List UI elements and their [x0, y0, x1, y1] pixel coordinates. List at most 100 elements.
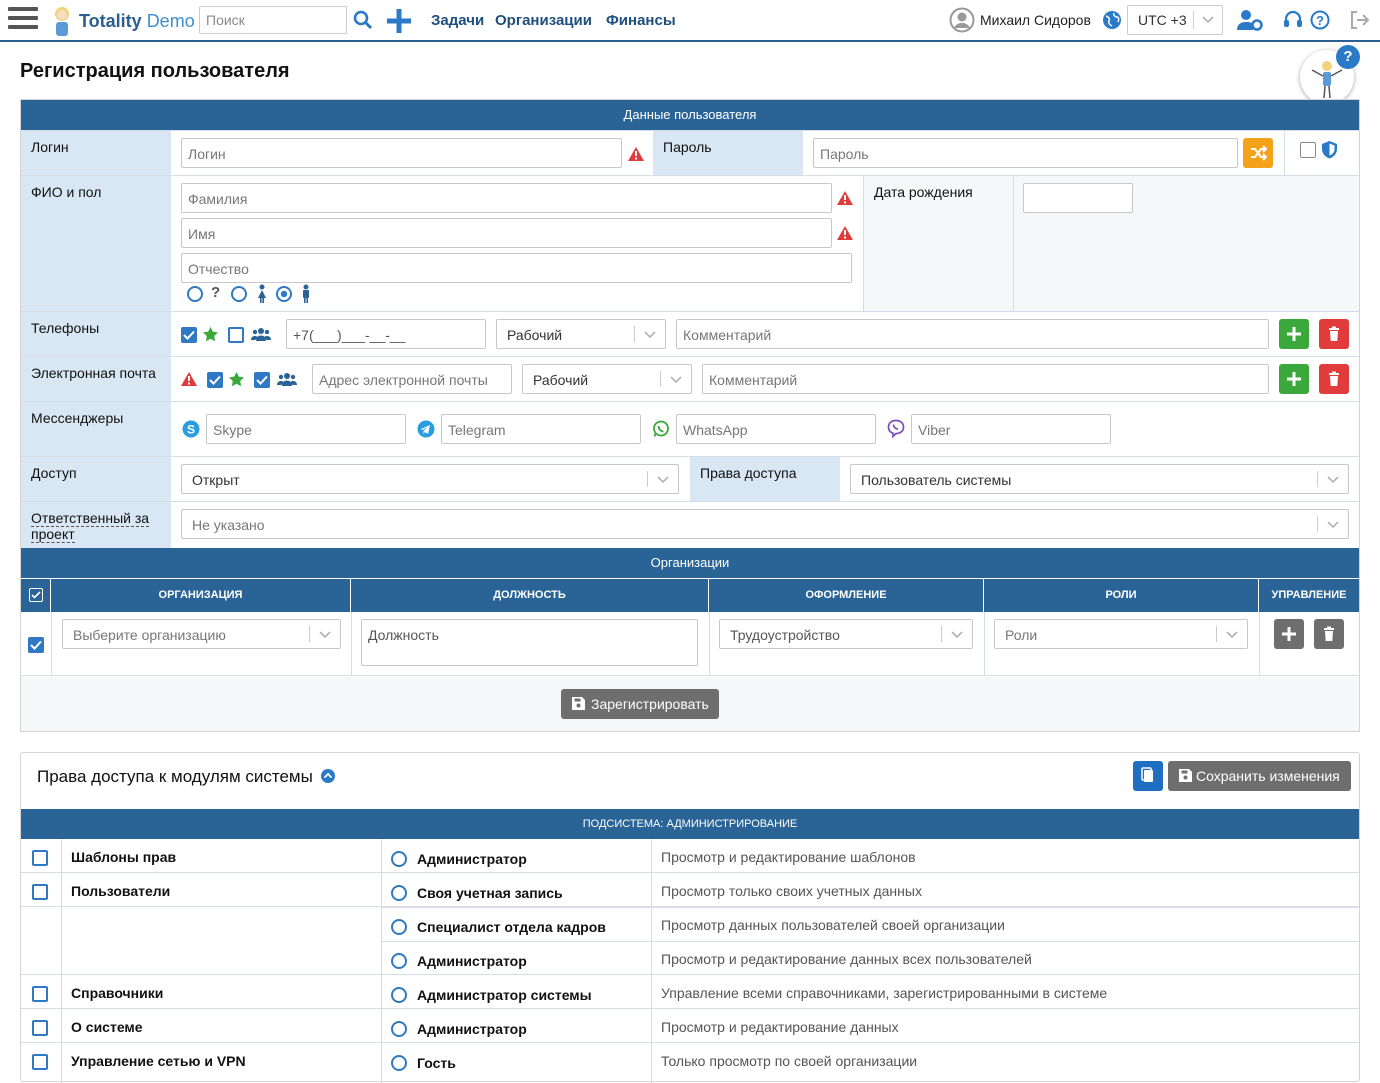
- access-select[interactable]: Открыт: [181, 464, 679, 494]
- delete-phone-button[interactable]: [1319, 319, 1349, 349]
- email-main-checkbox[interactable]: [207, 372, 223, 388]
- help-icon[interactable]: ?: [1310, 10, 1330, 30]
- employment-select[interactable]: Трудоустройство: [719, 619, 973, 649]
- email-shared-checkbox[interactable]: [254, 372, 270, 388]
- gender-none-radio[interactable]: [187, 286, 203, 302]
- gender-male-radio[interactable]: [276, 286, 292, 302]
- divider: [51, 612, 52, 676]
- search-input[interactable]: [199, 6, 347, 34]
- phone-comment-input[interactable]: Комментарий: [676, 319, 1269, 349]
- phone-input[interactable]: +7(___)___-__-__: [286, 319, 486, 349]
- brand[interactable]: Totality Demo: [79, 11, 195, 32]
- whatsapp-input[interactable]: WhatsApp: [676, 414, 876, 444]
- birthdate-input[interactable]: [1023, 183, 1133, 213]
- email-type-select[interactable]: Рабочий: [522, 364, 692, 394]
- password-label: Пароль: [653, 131, 803, 175]
- role-radio[interactable]: [391, 851, 407, 867]
- delete-email-button[interactable]: [1319, 364, 1349, 394]
- responsible-row: Ответственный за проект Не указано: [21, 501, 1359, 548]
- user-settings-icon[interactable]: [1237, 9, 1263, 31]
- phones-label: Телефоны: [21, 312, 171, 356]
- password-input[interactable]: Пароль: [813, 138, 1238, 168]
- save-changes-button[interactable]: Сохранить изменения: [1168, 761, 1351, 791]
- nav-organizations[interactable]: Организации: [495, 12, 592, 29]
- female-icon: [258, 284, 266, 303]
- position-input[interactable]: Должность: [361, 619, 698, 666]
- middlename-input[interactable]: Отчество: [181, 253, 852, 283]
- role-radio[interactable]: [391, 953, 407, 969]
- role-radio[interactable]: [391, 885, 407, 901]
- nav-finance[interactable]: Финансы: [606, 12, 676, 29]
- phone-shared-checkbox[interactable]: [228, 327, 244, 343]
- email-label: Электронная почта: [21, 357, 171, 401]
- password-checkbox[interactable]: [1300, 142, 1316, 158]
- add-email-button[interactable]: [1279, 364, 1309, 394]
- organizations-header: Организации: [21, 548, 1359, 578]
- group-icon: [251, 328, 271, 341]
- rights-select[interactable]: Пользователь системы: [850, 464, 1349, 494]
- nav-tasks[interactable]: Задачи: [431, 12, 484, 29]
- timezone-select[interactable]: UTC +3: [1127, 5, 1223, 35]
- chevron-down-icon: [951, 631, 963, 639]
- whatsapp-icon: [653, 420, 669, 437]
- subsystem-header: ПОДСИСТЕМА: АДМИНИСТРИРОВАНИЕ: [21, 809, 1359, 839]
- module-checkbox[interactable]: [32, 850, 48, 866]
- plus-icon: [1282, 627, 1296, 641]
- role-description: Просмотр данных пользователей своей орга…: [661, 917, 1005, 933]
- phone-main-checkbox[interactable]: [181, 327, 197, 343]
- warning-icon: [628, 147, 644, 161]
- rights-value: Пользователь системы: [861, 472, 1012, 488]
- role-description: Управление всеми справочниками, зарегист…: [661, 985, 1108, 1001]
- telegram-input[interactable]: Telegram: [441, 414, 641, 444]
- copy-button[interactable]: [1133, 761, 1163, 791]
- warning-icon: [837, 226, 853, 240]
- role-radio[interactable]: [391, 987, 407, 1003]
- skype-input[interactable]: Skype: [206, 414, 406, 444]
- module-checkbox[interactable]: [32, 986, 48, 1002]
- organization-select[interactable]: Выберите организацию: [62, 619, 341, 649]
- email-comment-input[interactable]: Комментарий: [702, 364, 1269, 394]
- login-input[interactable]: Логин: [181, 138, 622, 168]
- module-checkbox[interactable]: [32, 884, 48, 900]
- responsible-select[interactable]: Не указано: [181, 509, 1349, 539]
- email-input[interactable]: Адрес электронной почты: [312, 364, 512, 394]
- responsible-label-text[interactable]: Ответственный за проект: [31, 510, 150, 543]
- chevron-down-icon: [657, 476, 669, 484]
- shield-icon[interactable]: [1321, 140, 1338, 159]
- user-name[interactable]: Михаил Сидоров: [980, 12, 1091, 28]
- warning-icon: [181, 372, 197, 386]
- help-bubble-icon[interactable]: ?: [1336, 45, 1360, 69]
- logout-icon[interactable]: [1350, 11, 1370, 29]
- search-icon[interactable]: [353, 10, 373, 30]
- delete-org-button[interactable]: [1314, 619, 1344, 649]
- divider: [381, 907, 1359, 908]
- organization-value: Выберите организацию: [73, 627, 226, 643]
- gender-female-radio[interactable]: [231, 286, 247, 302]
- add-phone-button[interactable]: [1279, 319, 1309, 349]
- phone-type-select[interactable]: Рабочий: [496, 319, 666, 349]
- org-row-checkbox[interactable]: [28, 637, 44, 653]
- svg-text:?: ?: [1316, 13, 1324, 28]
- module-checkbox[interactable]: [32, 1020, 48, 1036]
- module-name: Справочники: [71, 985, 164, 1001]
- select-all-checkbox[interactable]: [29, 588, 43, 602]
- menu-icon[interactable]: [8, 7, 38, 33]
- role-radio[interactable]: [391, 919, 407, 935]
- register-button[interactable]: Зарегистрировать: [561, 689, 719, 719]
- role-radio[interactable]: [391, 1021, 407, 1037]
- user-avatar-icon[interactable]: [949, 7, 975, 33]
- lastname-input[interactable]: Фамилия: [181, 183, 832, 213]
- firstname-input[interactable]: Имя: [181, 218, 832, 248]
- collapse-icon[interactable]: [320, 769, 335, 783]
- headset-icon[interactable]: [1283, 10, 1303, 30]
- generate-password-button[interactable]: [1243, 138, 1273, 168]
- telegram-icon: [417, 420, 435, 438]
- viber-input[interactable]: Viber: [911, 414, 1111, 444]
- module-checkbox[interactable]: [32, 1054, 48, 1070]
- roles-select[interactable]: Роли: [994, 619, 1248, 649]
- role-radio[interactable]: [391, 1055, 407, 1071]
- plus-icon[interactable]: [386, 8, 412, 34]
- add-org-button[interactable]: [1274, 619, 1304, 649]
- register-label: Зарегистрировать: [591, 696, 709, 712]
- globe-icon[interactable]: [1102, 10, 1122, 30]
